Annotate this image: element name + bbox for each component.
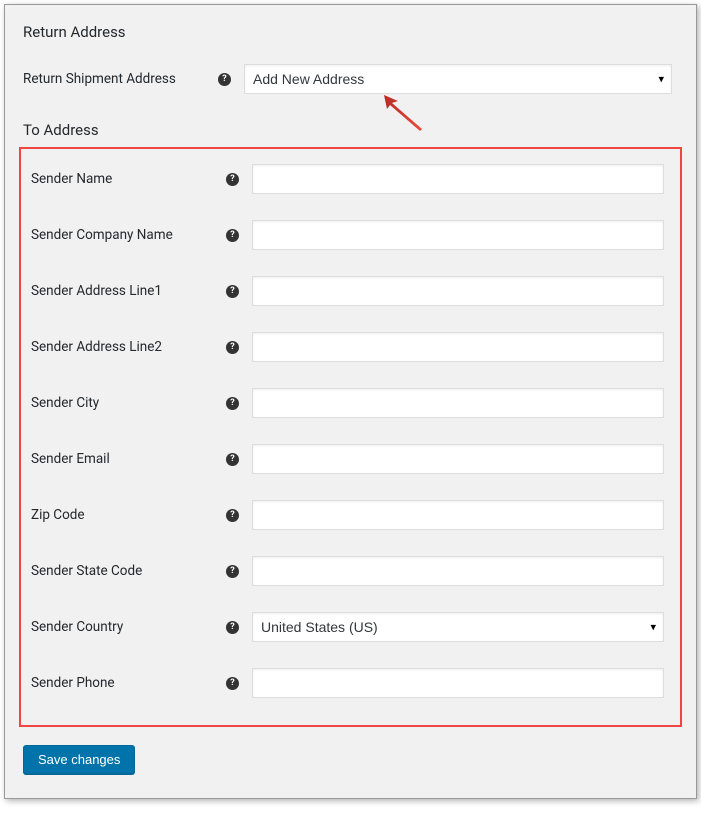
sender-state-label: Sender State Code [31,563,226,579]
sender-addr1-input[interactable] [252,276,664,306]
help-icon[interactable]: ? [226,509,239,522]
zip-code-input[interactable] [252,500,664,530]
sender-email-row: Sender Email ? [31,443,670,475]
help-icon[interactable]: ? [226,285,239,298]
sender-addr2-input[interactable] [252,332,664,362]
sender-phone-row: Sender Phone ? [31,667,670,699]
return-address-heading: Return Address [23,23,678,41]
help-icon[interactable]: ? [226,173,239,186]
help-icon[interactable]: ? [226,341,239,354]
sender-addr2-label: Sender Address Line2 [31,339,226,355]
help-icon[interactable]: ? [218,73,231,86]
sender-name-row: Sender Name ? [31,163,670,195]
sender-addr1-row: Sender Address Line1 ? [31,275,670,307]
sender-email-input[interactable] [252,444,664,474]
zip-code-label: Zip Code [31,507,226,523]
sender-addr1-label: Sender Address Line1 [31,283,226,299]
sender-company-row: Sender Company Name ? [31,219,670,251]
zip-code-row: Zip Code ? [31,499,670,531]
help-icon[interactable]: ? [226,229,239,242]
sender-phone-label: Sender Phone [31,675,226,691]
settings-panel: Return Address Return Shipment Address ?… [4,4,697,799]
return-shipment-row: Return Shipment Address ? Add New Addres… [23,63,678,95]
sender-city-row: Sender City ? [31,387,670,419]
return-shipment-label: Return Shipment Address [23,71,218,87]
highlighted-fields-box: Sender Name ? Sender Company Name ? Send… [19,147,682,727]
sender-state-input[interactable] [252,556,664,586]
save-button[interactable]: Save changes [23,745,135,774]
help-icon[interactable]: ? [226,453,239,466]
sender-city-label: Sender City [31,395,226,411]
sender-addr2-row: Sender Address Line2 ? [31,331,670,363]
sender-country-label: Sender Country [31,619,226,635]
to-address-heading: To Address [23,121,678,139]
sender-state-row: Sender State Code ? [31,555,670,587]
sender-city-input[interactable] [252,388,664,418]
sender-name-input[interactable] [252,164,664,194]
sender-phone-input[interactable] [252,668,664,698]
sender-country-row: Sender Country ? United States (US) [31,611,670,643]
sender-company-input[interactable] [252,220,664,250]
help-icon[interactable]: ? [226,397,239,410]
help-icon[interactable]: ? [226,565,239,578]
sender-name-label: Sender Name [31,171,226,187]
sender-country-select[interactable]: United States (US) [252,612,664,642]
sender-company-label: Sender Company Name [31,227,226,243]
help-icon[interactable]: ? [226,621,239,634]
sender-email-label: Sender Email [31,451,226,467]
return-shipment-select[interactable]: Add New Address [244,64,672,94]
help-icon[interactable]: ? [226,677,239,690]
